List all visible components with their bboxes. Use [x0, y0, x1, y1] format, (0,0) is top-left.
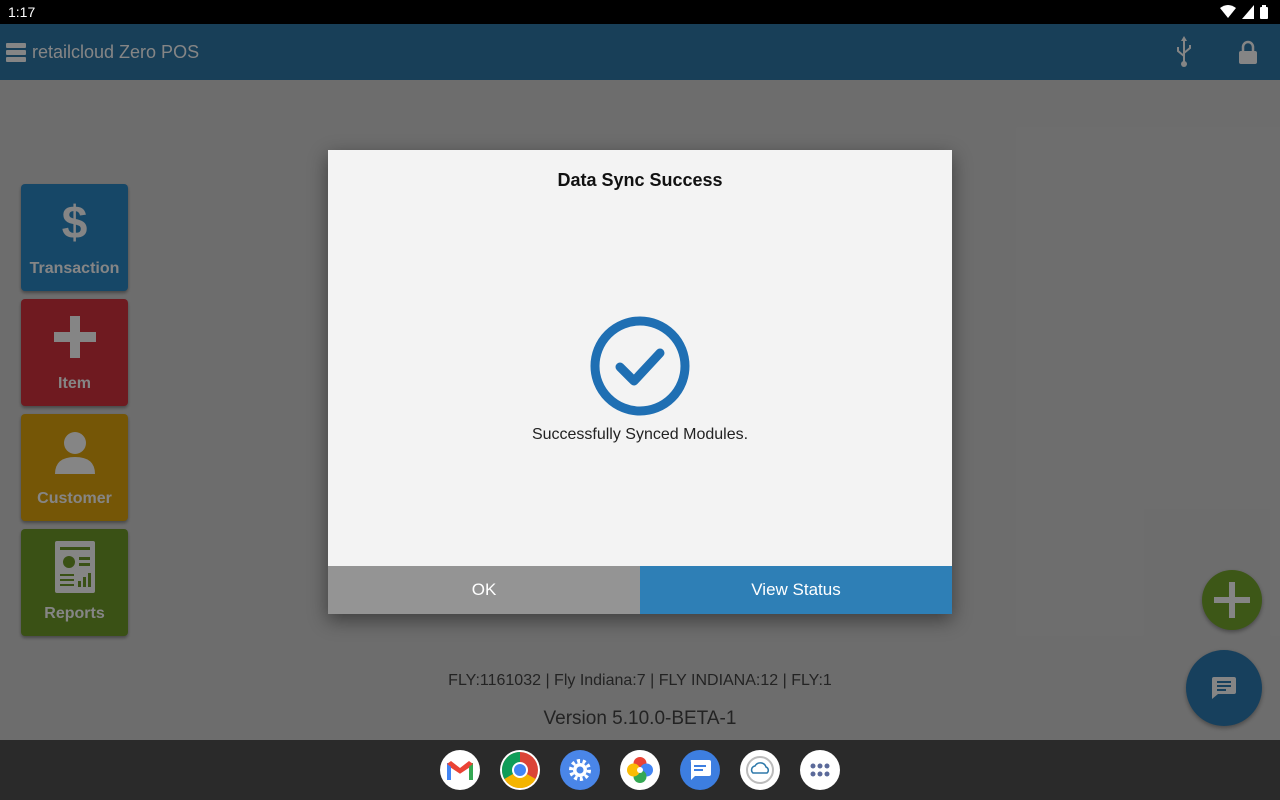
chrome-icon[interactable] — [500, 750, 540, 790]
gmail-icon[interactable] — [440, 750, 480, 790]
status-time: 1:17 — [8, 4, 36, 20]
status-icons — [1220, 4, 1268, 20]
sync-success-dialog: Data Sync Success Successfully Synced Mo… — [328, 150, 952, 614]
messages-icon[interactable] — [680, 750, 720, 790]
settings-icon[interactable] — [560, 750, 600, 790]
wifi-icon — [1220, 5, 1236, 18]
check-circle-icon — [590, 316, 690, 416]
signal-icon — [1242, 5, 1254, 19]
dialog-title: Data Sync Success — [557, 170, 723, 190]
navigation-bar — [0, 740, 1280, 800]
apps-icon[interactable] — [800, 750, 840, 790]
dialog-message: Successfully Synced Modules. — [531, 426, 749, 443]
battery-icon — [1260, 5, 1268, 19]
retailcloud-icon[interactable] — [740, 750, 780, 790]
view-status-button[interactable]: View Status — [640, 566, 952, 614]
ok-button[interactable]: OK — [328, 566, 640, 614]
status-bar: 1:17 — [0, 0, 1280, 24]
photos-icon[interactable] — [620, 750, 660, 790]
